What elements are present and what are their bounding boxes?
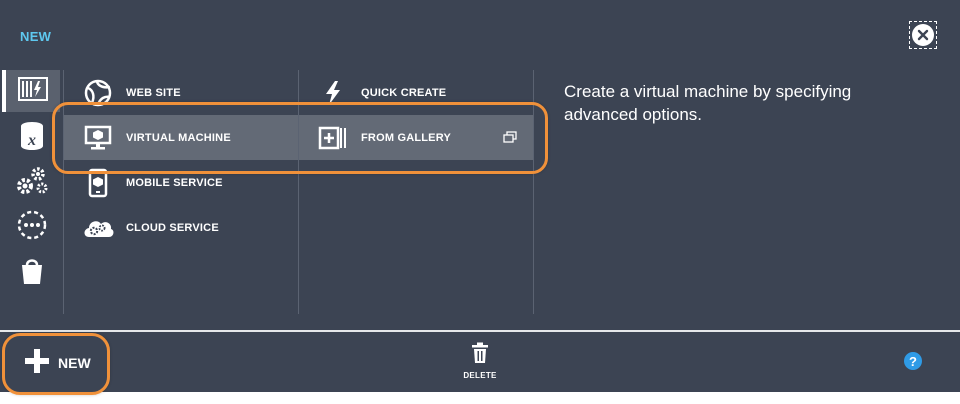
menu-item-label: MOBILE SERVICE <box>126 176 223 189</box>
rail-item-compute[interactable] <box>2 70 60 112</box>
menu-item-label: CLOUD SERVICE <box>126 221 219 234</box>
annotation-highlight <box>2 333 110 395</box>
rail-item-network-services[interactable] <box>10 206 54 248</box>
compute-icon <box>18 76 48 107</box>
delete-button-label: DELETE <box>463 371 497 380</box>
gears-icon <box>16 166 48 201</box>
delete-button[interactable]: DELETE <box>458 342 502 380</box>
data-icon: x <box>19 121 45 156</box>
close-button[interactable] <box>909 21 937 49</box>
rail-item-data-services[interactable]: x <box>10 117 54 159</box>
menu-item-label: WEB SITE <box>126 86 181 99</box>
rail-item-app-services[interactable] <box>10 162 54 204</box>
annotation-highlight <box>52 102 548 174</box>
store-icon <box>19 255 45 292</box>
cloud-service-icon <box>80 211 116 245</box>
panel-title: NEW <box>20 29 52 44</box>
help-button[interactable]: ? <box>904 352 922 370</box>
menu-item-cloud-service[interactable]: CLOUD SERVICE <box>64 205 298 250</box>
trash-icon <box>471 342 489 368</box>
menu-item-label: QUICK CREATE <box>361 86 447 99</box>
network-icon <box>16 209 48 246</box>
item-description: Create a virtual machine by specifying a… <box>564 82 852 124</box>
close-icon <box>912 24 934 46</box>
rail-item-store[interactable] <box>10 252 54 294</box>
svg-text:x: x <box>27 132 36 149</box>
